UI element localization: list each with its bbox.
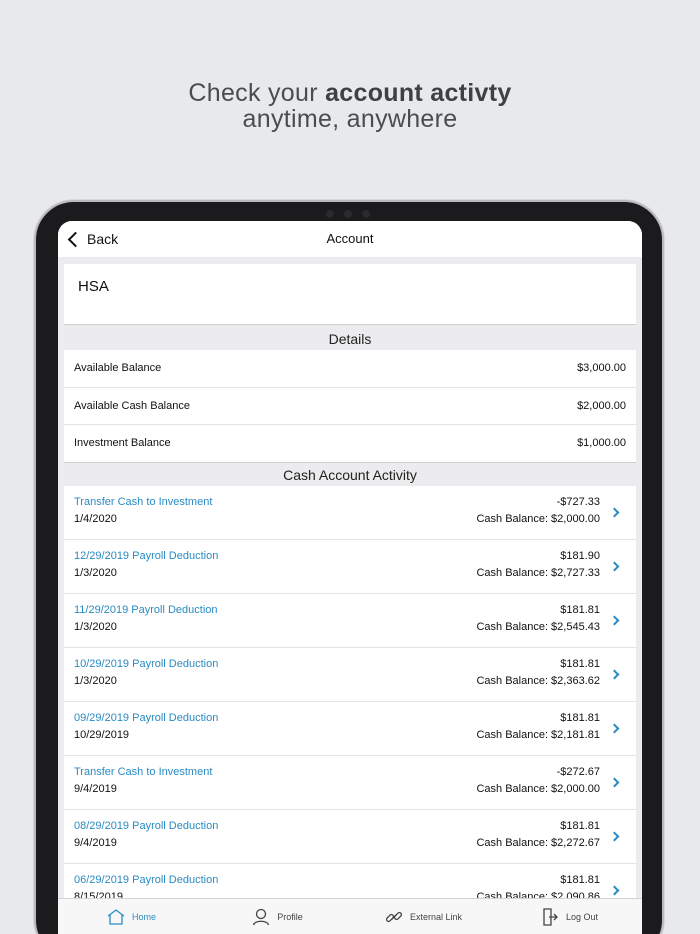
headline-prefix: Check your: [188, 79, 326, 107]
activity-row[interactable]: Transfer Cash to Investment 9/4/2019 -$2…: [64, 756, 636, 810]
chevron-right-icon: [609, 507, 620, 518]
activity-row[interactable]: Transfer Cash to Investment 1/4/2020 -$7…: [64, 486, 636, 540]
activity-date: 1/3/2020: [74, 567, 117, 579]
activity-amount: -$727.33: [556, 496, 600, 508]
activity-amount: $181.90: [560, 550, 600, 562]
detail-value: $2,000.00: [577, 399, 626, 412]
detail-label: Investment Balance: [74, 437, 171, 450]
tab-label: External Link: [409, 911, 463, 922]
camera-dot: [344, 210, 352, 218]
activity-date: 10/29/2019: [74, 729, 130, 741]
activity-description: Transfer Cash to Investment: [74, 496, 213, 508]
activity-date: 9/4/2019: [74, 837, 117, 849]
headline-line2: anytime, anywhere: [242, 105, 458, 133]
activity-amount: -$272.67: [556, 766, 600, 778]
tab-label: Home: [131, 911, 156, 922]
activity-balance: Cash Balance: $2,000.00: [476, 513, 600, 525]
detail-label: Available Balance: [74, 362, 162, 375]
activity-amount: $181.81: [560, 658, 600, 670]
tab-bar: Home Profile External Link Log Out: [58, 898, 642, 934]
activity-balance: Cash Balance: $2,181.81: [476, 729, 600, 741]
chevron-right-icon: [609, 723, 620, 734]
detail-value: $1,000.00: [577, 437, 626, 450]
logout-icon: [543, 907, 558, 926]
activity-date: 1/3/2020: [74, 621, 117, 633]
activity-header: Cash Account Activity: [64, 464, 636, 486]
details-header: Details: [64, 328, 636, 350]
activity-date: 9/4/2019: [74, 783, 117, 795]
tab-label: Profile: [277, 911, 303, 922]
account-name: HSA: [78, 278, 109, 295]
activity-description: 06/29/2019 Payroll Deduction: [74, 874, 219, 886]
tab-home[interactable]: Home: [58, 899, 204, 934]
chevron-right-icon: [609, 777, 620, 788]
activity-description: 09/29/2019 Payroll Deduction: [74, 712, 219, 724]
tab-log-out[interactable]: Log Out: [496, 899, 642, 934]
headline-line1: Check your account activty: [0, 80, 700, 106]
activity-amount: $181.81: [560, 712, 600, 724]
account-card: HSA: [64, 264, 636, 325]
profile-icon: [253, 908, 270, 925]
activity-row[interactable]: 09/29/2019 Payroll Deduction 10/29/2019 …: [64, 702, 636, 756]
activity-amount: $181.81: [560, 820, 600, 832]
activity-row[interactable]: 12/29/2019 Payroll Deduction 1/3/2020 $1…: [64, 540, 636, 594]
home-icon: [107, 908, 125, 925]
activity-balance: Cash Balance: $2,272.67: [476, 837, 600, 849]
camera-dot: [362, 210, 370, 218]
activity-list: Transfer Cash to Investment 1/4/2020 -$7…: [64, 486, 636, 918]
activity-description: 10/29/2019 Payroll Deduction: [74, 658, 219, 670]
tab-label: Log Out: [565, 911, 599, 922]
detail-row: Available Balance $3,000.00: [64, 350, 636, 388]
marketing-headline: Check your account activty anytime, anyw…: [0, 80, 700, 132]
detail-label: Available Cash Balance: [74, 399, 190, 412]
camera-bar: [326, 208, 372, 218]
link-icon: [385, 911, 403, 922]
detail-row: Available Cash Balance $2,000.00: [64, 388, 636, 425]
details-list: Available Balance $3,000.00 Available Ca…: [64, 350, 636, 463]
chevron-right-icon: [609, 561, 620, 572]
chevron-right-icon: [609, 831, 620, 842]
navigation-bar: Back Account: [58, 221, 642, 257]
page-title: Account: [326, 231, 374, 246]
activity-balance: Cash Balance: $2,363.62: [476, 675, 600, 687]
chevron-right-icon: [609, 885, 620, 896]
activity-description: Transfer Cash to Investment: [74, 766, 213, 778]
activity-date: 1/3/2020: [74, 675, 117, 687]
tab-external-link[interactable]: External Link: [350, 899, 496, 934]
chevron-right-icon: [609, 615, 620, 626]
activity-date: 1/4/2020: [74, 513, 117, 525]
detail-value: $3,000.00: [577, 362, 626, 375]
activity-description: 08/29/2019 Payroll Deduction: [74, 820, 219, 832]
activity-description: 12/29/2019 Payroll Deduction: [74, 550, 219, 562]
headline-bold: account activty: [325, 79, 512, 107]
detail-row: Investment Balance $1,000.00: [64, 425, 636, 463]
activity-row[interactable]: 11/29/2019 Payroll Deduction 1/3/2020 $1…: [64, 594, 636, 648]
activity-row[interactable]: 10/29/2019 Payroll Deduction 1/3/2020 $1…: [64, 648, 636, 702]
activity-row[interactable]: 08/29/2019 Payroll Deduction 9/4/2019 $1…: [64, 810, 636, 864]
activity-balance: Cash Balance: $2,000.00: [476, 783, 600, 795]
activity-amount: $181.81: [560, 604, 600, 616]
activity-amount: $181.81: [560, 874, 600, 886]
tab-profile[interactable]: Profile: [204, 899, 350, 934]
activity-balance: Cash Balance: $2,727.33: [476, 567, 600, 579]
activity-description: 11/29/2019 Payroll Deduction: [74, 604, 218, 616]
app-screen: Back Account HSA Details Available Balan…: [58, 221, 642, 934]
camera-dot: [326, 210, 334, 218]
chevron-right-icon: [609, 669, 620, 680]
activity-balance: Cash Balance: $2,545.43: [476, 621, 600, 633]
